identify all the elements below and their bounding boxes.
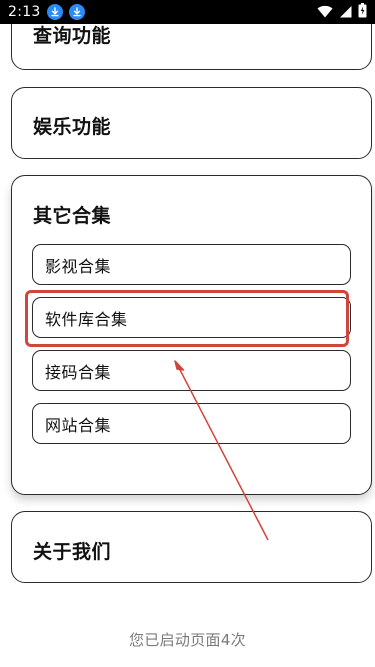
status-right-icons bbox=[317, 2, 367, 22]
sms-code-collection-label: 接码合集 bbox=[45, 362, 112, 382]
software-library-collection-button[interactable]: 软件库合集 bbox=[32, 297, 351, 338]
signal-icon bbox=[339, 3, 352, 22]
video-collection-button[interactable]: 影视合集 bbox=[32, 244, 351, 285]
download-icon bbox=[68, 4, 85, 20]
website-collection-button[interactable]: 网站合集 bbox=[32, 403, 351, 444]
status-bar: 2:13 bbox=[0, 0, 375, 24]
status-time: 2:13 bbox=[8, 4, 41, 20]
website-collection-label: 网站合集 bbox=[45, 415, 112, 435]
wifi-icon bbox=[317, 3, 333, 22]
about-us-card[interactable]: 关于我们 bbox=[11, 511, 372, 583]
video-collection-label: 影视合集 bbox=[45, 256, 112, 276]
launch-count-text: 您已启动页面4次 bbox=[129, 631, 246, 649]
about-us-title: 关于我们 bbox=[33, 541, 112, 563]
query-section-title: 查询功能 bbox=[33, 25, 112, 47]
other-collections-card: 其它合集 影视合集 软件库合集 接码合集 网站合集 bbox=[11, 175, 372, 495]
entertainment-section-title: 娱乐功能 bbox=[33, 116, 112, 138]
sms-code-collection-button[interactable]: 接码合集 bbox=[32, 350, 351, 391]
download-icon bbox=[46, 4, 63, 20]
other-collections-title[interactable]: 其它合集 bbox=[33, 201, 111, 228]
software-library-collection-label: 软件库合集 bbox=[45, 309, 128, 329]
entertainment-section-card[interactable]: 娱乐功能 bbox=[11, 87, 372, 159]
battery-icon bbox=[358, 2, 367, 22]
